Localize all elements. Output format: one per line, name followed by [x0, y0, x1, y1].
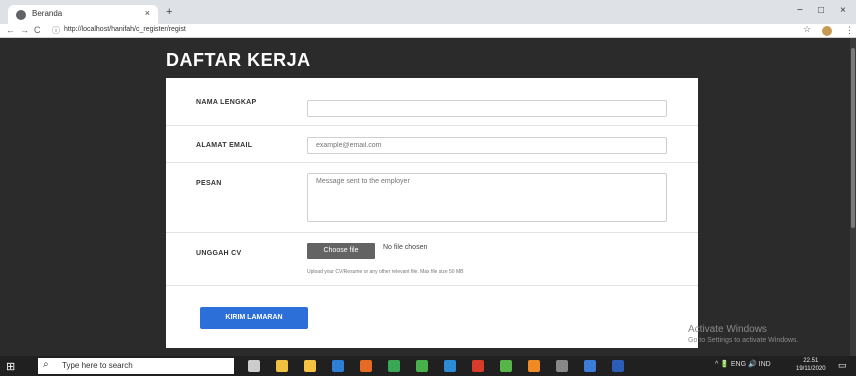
search-icon: ⌕ [43, 359, 49, 370]
word-icon[interactable] [612, 360, 624, 372]
qgis-icon[interactable] [500, 360, 512, 372]
minimize-icon[interactable]: − [797, 5, 803, 16]
tab-bar: Beranda × + − □ × [0, 0, 856, 24]
page-scrollbar[interactable] [850, 38, 856, 356]
cv-row: UNGGAH CV Choose file No file chosen Upl… [166, 233, 698, 286]
forward-icon[interactable]: → [20, 25, 29, 35]
clock-date: 19/11/2020 [796, 366, 826, 372]
submit-application-button[interactable]: KIRIM LAMARAN [200, 307, 308, 329]
activate-windows-watermark: Activate Windows Go to Settings to activ… [688, 324, 799, 344]
close-tab-icon[interactable]: × [145, 8, 150, 18]
clock-time: 22.51 [803, 358, 819, 364]
chrome-active-icon[interactable] [584, 360, 596, 372]
message-label: PESAN [196, 180, 222, 187]
store-icon[interactable] [304, 360, 316, 372]
new-tab-button[interactable]: + [166, 6, 172, 18]
message-textarea[interactable] [307, 173, 667, 222]
favicon-icon [16, 10, 26, 20]
file-help-text: Upload your CV/Resume or any other relev… [307, 269, 464, 275]
email-row: ALAMAT EMAIL [166, 126, 698, 163]
file-status: No file chosen [383, 244, 428, 251]
scroll-thumb[interactable] [851, 48, 855, 228]
app-orange-icon[interactable] [528, 360, 540, 372]
file-explorer-icon[interactable] [276, 360, 288, 372]
clock[interactable]: 22.51 19/11/2020 [796, 357, 826, 373]
maximize-icon[interactable]: □ [818, 5, 824, 16]
windows-taskbar: ⊞ ⌕ Type here to search ^ 🔋 ENG 🔊 IND 22… [0, 356, 856, 376]
menu-icon[interactable]: ⋮ [845, 25, 854, 36]
profile-avatar[interactable] [822, 26, 832, 36]
cv-label: UNGGAH CV [196, 250, 242, 257]
close-window-icon[interactable]: × [840, 5, 846, 16]
mail-icon[interactable] [332, 360, 344, 372]
app-gray-icon[interactable] [556, 360, 568, 372]
notification-icon[interactable]: ▭ [838, 360, 847, 371]
page-content: DAFTAR KERJA NAMA LENGKAP ALAMAT EMAIL P… [0, 38, 856, 356]
application-form: NAMA LENGKAP ALAMAT EMAIL PESAN UNGGAH C… [166, 78, 698, 348]
system-tray[interactable]: ^ 🔋 ENG 🔊 IND [715, 360, 771, 368]
choose-file-button[interactable]: Choose file [307, 243, 375, 259]
name-input[interactable] [307, 100, 667, 117]
name-label: NAMA LENGKAP [196, 99, 257, 106]
browser-toolbar: ← → C ⓘ http://localhost/hanifah/c_regis… [0, 24, 856, 38]
windows-icon[interactable]: ⊞ [6, 360, 15, 373]
address-url[interactable]: http://localhost/hanifah/c_register/regi… [64, 26, 186, 33]
email-label: ALAMAT EMAIL [196, 142, 253, 149]
info-icon[interactable]: ⓘ [52, 25, 60, 36]
taskbar-search[interactable]: ⌕ Type here to search [38, 358, 234, 374]
back-icon[interactable]: ← [6, 25, 15, 35]
maps-icon[interactable] [416, 360, 428, 372]
chrome-icon[interactable] [388, 360, 400, 372]
name-row: NAMA LENGKAP [166, 78, 698, 126]
tab-title: Beranda [32, 9, 63, 18]
page-title: DAFTAR KERJA [166, 50, 311, 70]
watermark-title: Activate Windows [688, 324, 767, 335]
watermark-subtitle: Go to Settings to activate Windows. [688, 337, 799, 344]
browser-tab[interactable]: Beranda × [8, 5, 158, 24]
firefox-icon[interactable] [360, 360, 372, 372]
reload-icon[interactable]: C [34, 25, 41, 35]
message-row: PESAN [166, 163, 698, 233]
email-input[interactable] [307, 137, 667, 154]
edge-icon[interactable] [444, 360, 456, 372]
address-bar[interactable]: ⓘ http://localhost/hanifah/c_register/re… [52, 25, 792, 37]
task-view-icon[interactable] [248, 360, 260, 372]
bookmark-star-icon[interactable]: ☆ [803, 24, 811, 35]
search-placeholder: Type here to search [62, 361, 133, 370]
xampp-icon[interactable] [472, 360, 484, 372]
